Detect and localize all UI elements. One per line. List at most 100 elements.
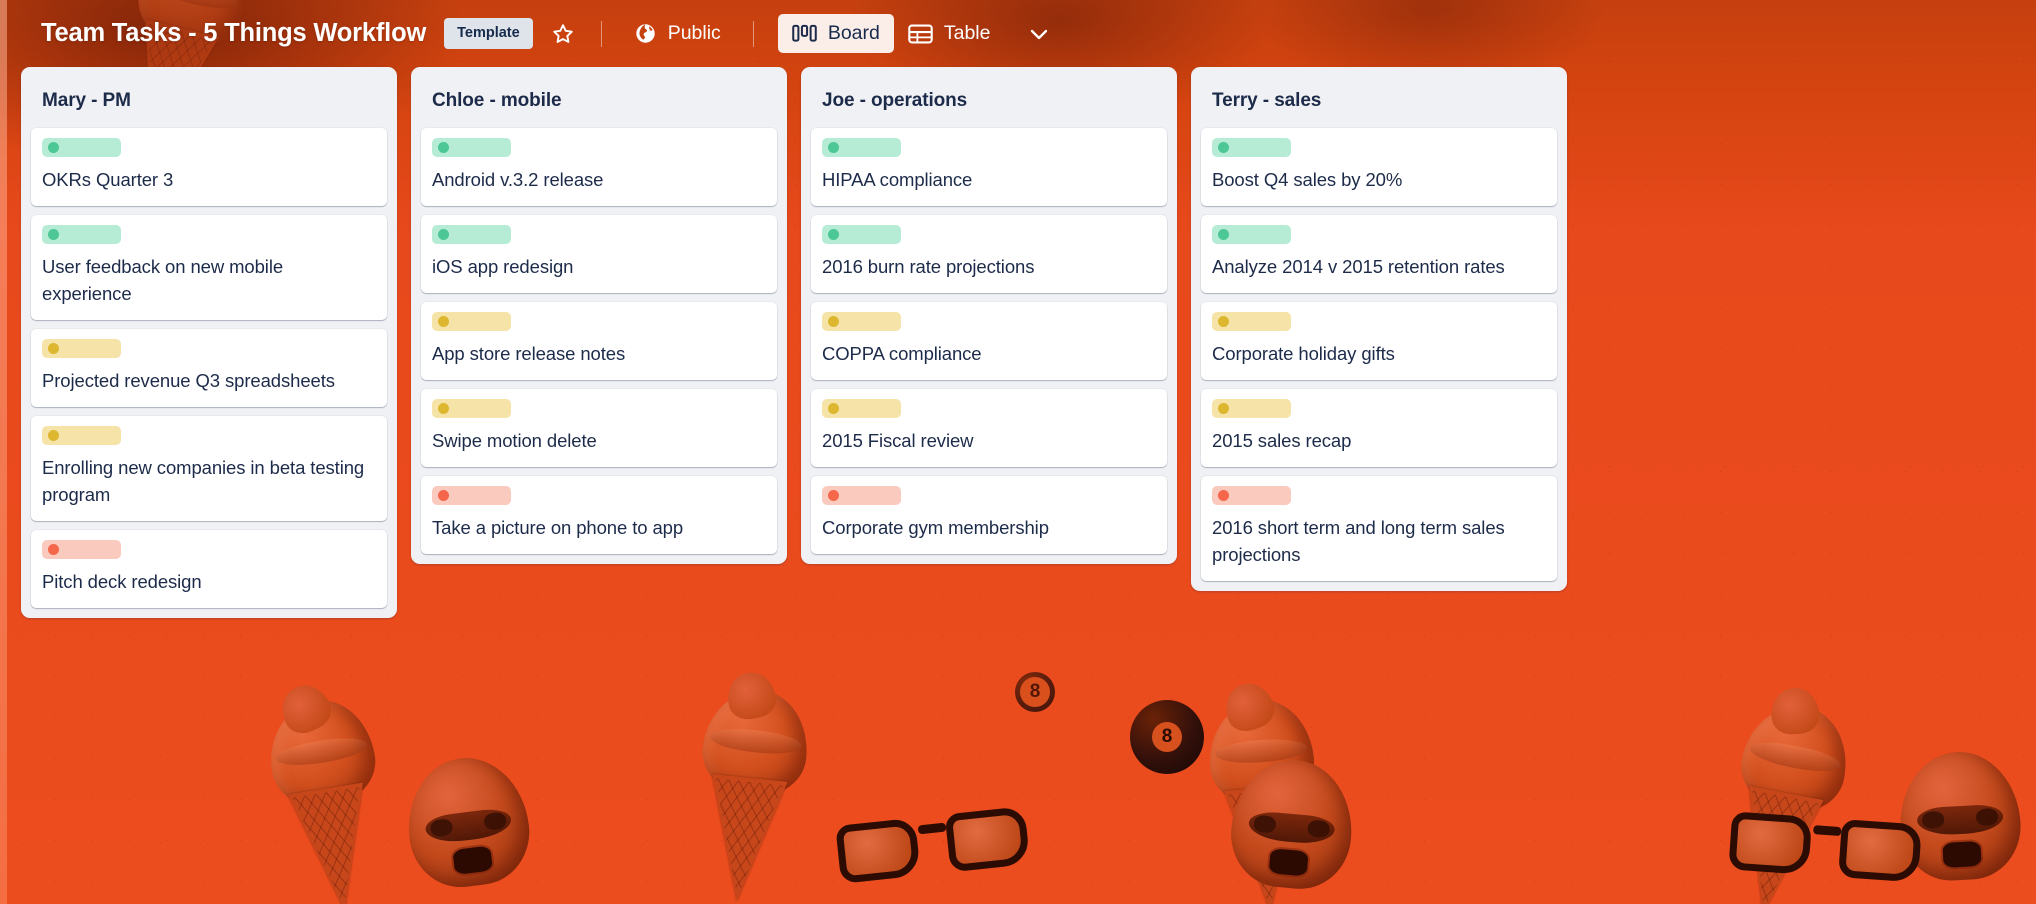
card-label-dot — [438, 403, 449, 414]
tab-board[interactable]: Board — [777, 14, 894, 53]
card-title: 2015 Fiscal review — [822, 430, 974, 451]
card-label-red[interactable] — [822, 486, 901, 505]
board-card[interactable]: User feedback on new mobile experience — [31, 215, 387, 320]
card-title: Swipe motion delete — [432, 430, 597, 451]
view-tabs: Board Table — [777, 13, 1061, 55]
card-list: OKRs Quarter 3 User feedback on new mobil… — [31, 128, 387, 608]
card-title: HIPAA compliance — [822, 169, 973, 190]
card-label-yellow[interactable] — [42, 339, 121, 358]
card-label-green[interactable] — [1212, 138, 1291, 157]
card-label-green[interactable] — [432, 138, 511, 157]
card-label-yellow[interactable] — [432, 399, 511, 418]
list-title[interactable]: Chloe - mobile — [421, 76, 777, 128]
board-card[interactable]: Android v.3.2 release — [421, 128, 777, 206]
card-title: Enrolling new companies in beta testing … — [42, 457, 365, 505]
page-title: Team Tasks - 5 Things Workflow — [41, 19, 427, 47]
card-title: Android v.3.2 release — [432, 169, 604, 190]
card-label-dot — [1218, 142, 1229, 153]
board-card[interactable]: Swipe motion delete — [421, 389, 777, 467]
globe-icon — [635, 24, 655, 43]
tab-table-label: Table — [943, 21, 991, 44]
star-icon — [552, 23, 573, 43]
board-card[interactable]: COPPA compliance — [811, 302, 1167, 380]
card-label-dot — [828, 229, 839, 240]
card-title: OKRs Quarter 3 — [42, 169, 174, 190]
board-card[interactable]: Take a picture on phone to app — [421, 476, 777, 554]
board-icon — [792, 24, 817, 42]
card-label-green[interactable] — [822, 138, 901, 157]
card-label-yellow[interactable] — [42, 426, 121, 445]
template-badge[interactable]: Template — [444, 18, 533, 49]
card-label-red[interactable] — [432, 486, 511, 505]
card-title: Analyze 2014 v 2015 retention rates — [1212, 256, 1505, 277]
board-card[interactable]: 2016 burn rate projections — [811, 215, 1167, 293]
card-label-dot — [48, 343, 59, 354]
card-label-dot — [48, 142, 59, 153]
card-label-dot — [828, 142, 839, 153]
sunglasses-decoration — [1728, 805, 1923, 892]
card-label-dot — [1218, 403, 1229, 414]
card-title: App store release notes — [432, 343, 626, 364]
card-label-dot — [828, 403, 839, 414]
board-card[interactable]: Boost Q4 sales by 20% — [1201, 128, 1557, 206]
board-card[interactable]: Pitch deck redesign — [31, 530, 387, 608]
page-left-edge — [0, 0, 7, 904]
board-list: Terry - sales Boost Q4 sales by 20% Analyz… — [1191, 67, 1567, 591]
card-title: Corporate gym membership — [822, 517, 1049, 538]
card-label-green[interactable] — [432, 225, 511, 244]
tab-board-label: Board — [827, 21, 880, 44]
board-card[interactable]: Projected revenue Q3 spreadsheets — [31, 329, 387, 407]
board-card[interactable]: HIPAA compliance — [811, 128, 1167, 206]
board-card[interactable]: App store release notes — [421, 302, 777, 380]
card-label-red[interactable] — [1212, 486, 1291, 505]
card-label-dot — [1218, 316, 1229, 327]
card-label-dot — [438, 316, 449, 327]
card-label-dot — [438, 229, 449, 240]
board-card[interactable]: 2015 Fiscal review — [811, 389, 1167, 467]
card-title: User feedback on new mobile experience — [42, 256, 284, 304]
table-icon — [908, 24, 933, 43]
card-list: Android v.3.2 release iOS app redesign App… — [421, 128, 777, 554]
board-card[interactable]: Enrolling new companies in beta testing … — [31, 416, 387, 521]
card-label-yellow[interactable] — [1212, 312, 1291, 331]
list-title[interactable]: Mary - PM — [31, 76, 387, 128]
card-label-red[interactable] — [42, 540, 121, 559]
card-label-dot — [48, 544, 59, 555]
list-title[interactable]: Joe - operations — [811, 76, 1167, 128]
eight-ball-decoration — [1130, 700, 1204, 774]
card-label-dot — [828, 316, 839, 327]
card-title: Projected revenue Q3 spreadsheets — [42, 370, 335, 391]
card-label-dot — [438, 142, 449, 153]
visibility-button[interactable]: Public — [620, 13, 735, 54]
card-label-green[interactable] — [822, 225, 901, 244]
card-label-yellow[interactable] — [822, 399, 901, 418]
card-label-yellow[interactable] — [1212, 399, 1291, 418]
card-label-yellow[interactable] — [822, 312, 901, 331]
card-label-dot — [438, 490, 449, 501]
more-views-button[interactable] — [1018, 13, 1060, 55]
board-card[interactable]: Corporate gym membership — [811, 476, 1167, 554]
card-label-green[interactable] — [42, 138, 121, 157]
board-card[interactable]: iOS app redesign — [421, 215, 777, 293]
card-label-dot — [1218, 229, 1229, 240]
card-title: 2016 burn rate projections — [822, 256, 1035, 277]
star-button[interactable] — [543, 14, 583, 54]
card-label-dot — [48, 430, 59, 441]
tab-table[interactable]: Table — [894, 14, 1005, 54]
list-title[interactable]: Terry - sales — [1201, 76, 1557, 128]
card-title: 2016 short term and long term sales proj… — [1212, 517, 1505, 565]
card-title: 2015 sales recap — [1212, 430, 1352, 451]
board-card[interactable]: OKRs Quarter 3 — [31, 128, 387, 206]
stormtrooper-helmet-decoration — [1226, 755, 1358, 893]
board-card[interactable]: 2016 short term and long term sales proj… — [1201, 476, 1557, 581]
card-list: Boost Q4 sales by 20% Analyze 2014 v 2015… — [1201, 128, 1557, 581]
card-label-green[interactable] — [42, 225, 121, 244]
card-title: COPPA compliance — [822, 343, 982, 364]
ice-cream-cone-decoration — [679, 684, 820, 904]
board-card[interactable]: Analyze 2014 v 2015 retention rates — [1201, 215, 1557, 293]
card-label-green[interactable] — [1212, 225, 1291, 244]
card-label-yellow[interactable] — [432, 312, 511, 331]
board-list: Chloe - mobile Android v.3.2 release iOS a… — [411, 67, 787, 564]
board-card[interactable]: Corporate holiday gifts — [1201, 302, 1557, 380]
board-card[interactable]: 2015 sales recap — [1201, 389, 1557, 467]
